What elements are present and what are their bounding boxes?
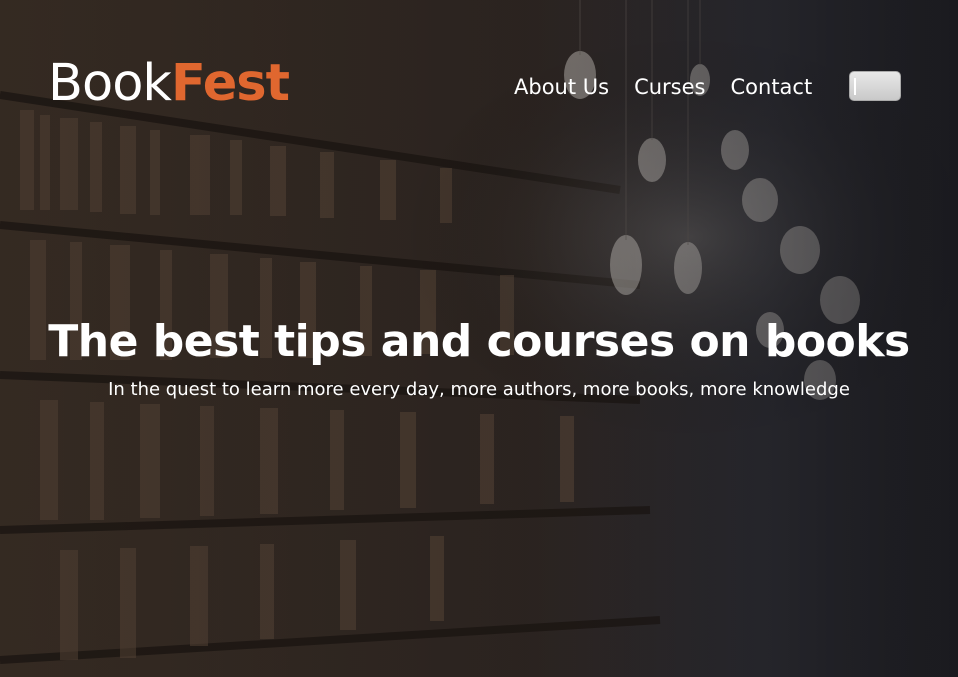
nav-link-contact[interactable]: Contact <box>731 74 813 100</box>
theme-toggle[interactable] <box>849 71 901 101</box>
main-navigation: About Us Curses Contact <box>514 74 812 100</box>
nav-link-curses[interactable]: Curses <box>634 74 705 100</box>
toggle-knob <box>854 78 856 95</box>
hero-title: The best tips and courses on books <box>48 316 910 367</box>
brand-logo-part-2: Fest <box>170 54 290 113</box>
hero-section: BookFest About Us Curses Contact The bes… <box>0 0 958 677</box>
nav-link-about-us[interactable]: About Us <box>514 74 609 100</box>
brand-logo-part-1: Book <box>48 54 172 113</box>
hero-subtitle: In the quest to learn more every day, mo… <box>108 379 850 400</box>
brand-logo[interactable]: BookFest <box>48 58 290 109</box>
